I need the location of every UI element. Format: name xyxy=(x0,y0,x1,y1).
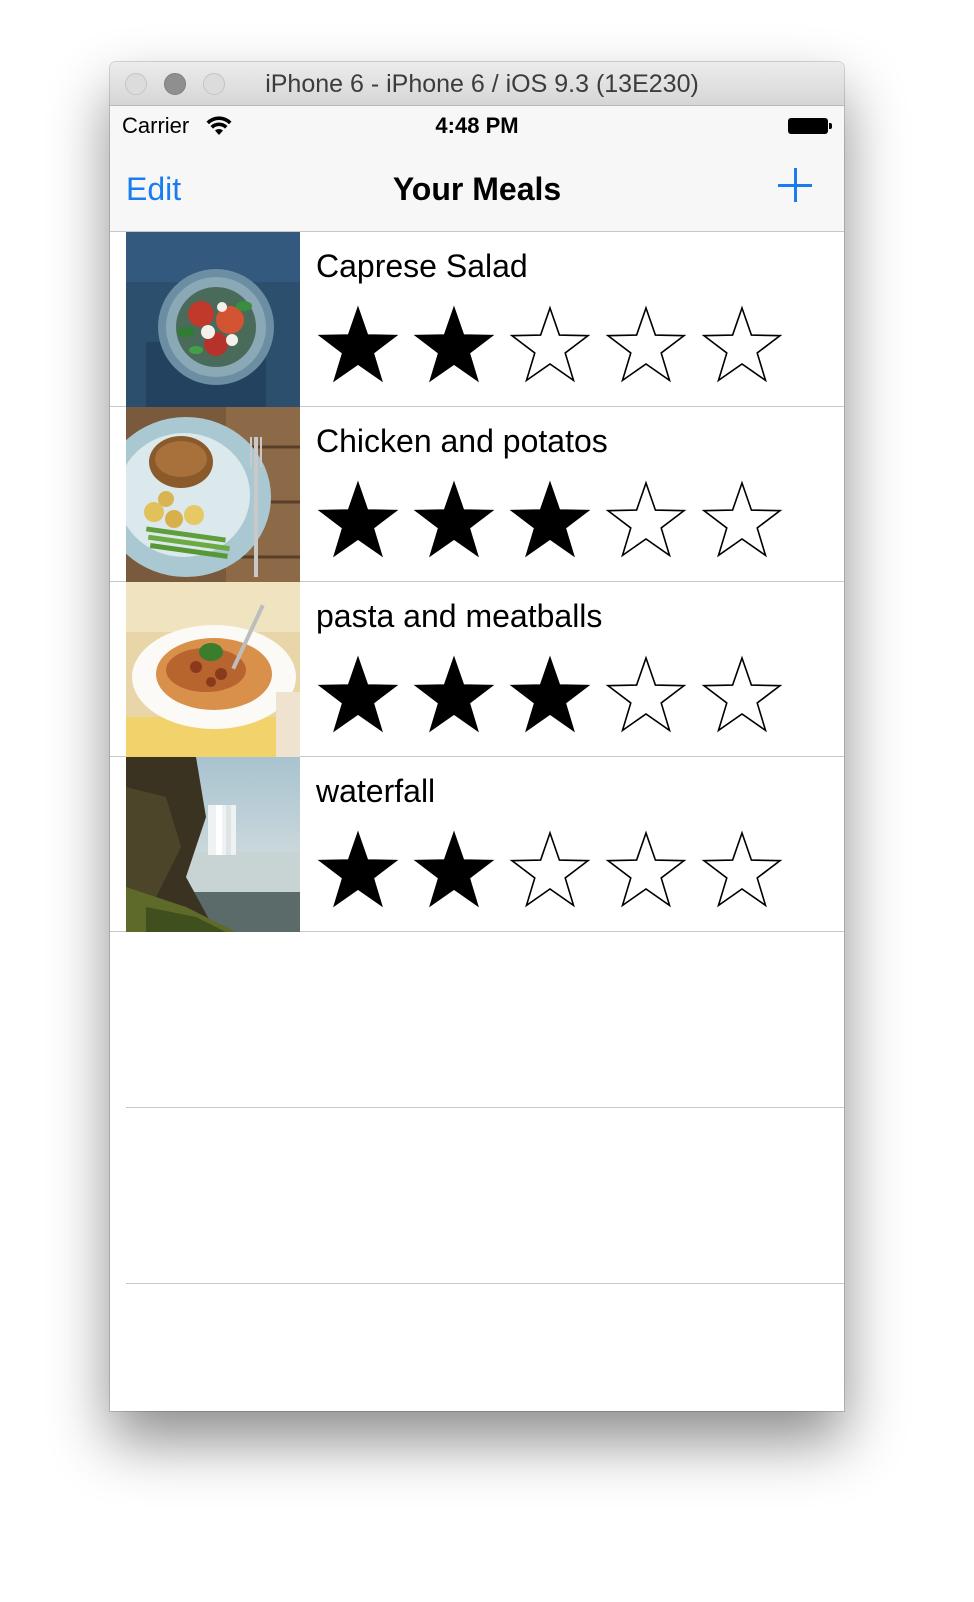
filled-star-icon[interactable] xyxy=(508,654,592,738)
window-title: iPhone 6 - iPhone 6 / iOS 9.3 (13E230) xyxy=(265,70,699,98)
meal-name: waterfall xyxy=(316,773,436,809)
rating-control[interactable] xyxy=(316,304,796,390)
filled-star-icon[interactable] xyxy=(412,829,496,913)
empty-table-row xyxy=(126,932,844,1108)
filled-star-icon[interactable] xyxy=(316,829,400,913)
empty-star-icon[interactable] xyxy=(508,829,592,913)
rating-control[interactable] xyxy=(316,829,796,915)
meal-row[interactable]: Caprese Salad xyxy=(110,232,844,407)
chicken-potatoes-photo xyxy=(126,407,300,582)
meal-name: pasta and meatballs xyxy=(316,598,603,634)
meal-row[interactable]: Chicken and potatos xyxy=(110,407,844,582)
meal-name: Chicken and potatos xyxy=(316,423,608,459)
filled-star-icon[interactable] xyxy=(412,304,496,388)
empty-star-icon[interactable] xyxy=(604,479,688,563)
filled-star-icon[interactable] xyxy=(316,654,400,738)
empty-star-icon[interactable] xyxy=(700,304,784,388)
filled-star-icon[interactable] xyxy=(316,304,400,388)
rating-control[interactable] xyxy=(316,654,796,740)
empty-star-icon[interactable] xyxy=(700,479,784,563)
empty-table-row xyxy=(126,1108,844,1284)
empty-star-icon[interactable] xyxy=(508,304,592,388)
empty-star-icon[interactable] xyxy=(604,829,688,913)
status-time: 4:48 PM xyxy=(435,113,519,138)
waterfall-photo xyxy=(126,757,300,932)
empty-star-icon[interactable] xyxy=(700,654,784,738)
meal-name: Caprese Salad xyxy=(316,248,528,284)
window-titlebar[interactable]: iPhone 6 - iPhone 6 / iOS 9.3 (13E230) xyxy=(110,62,844,106)
filled-star-icon[interactable] xyxy=(508,479,592,563)
filled-star-icon[interactable] xyxy=(412,654,496,738)
status-bar: Carrier 4:48 PM xyxy=(110,106,844,146)
filled-star-icon[interactable] xyxy=(412,479,496,563)
rating-control[interactable] xyxy=(316,479,796,565)
empty-star-icon[interactable] xyxy=(604,654,688,738)
filled-star-icon[interactable] xyxy=(316,479,400,563)
pasta-meatballs-photo xyxy=(126,582,300,757)
navigation-bar: Edit Your Meals xyxy=(110,146,844,232)
caprese-salad-photo xyxy=(126,232,300,407)
empty-table-row xyxy=(126,1284,844,1411)
add-meal-button[interactable] xyxy=(776,166,816,206)
meal-row[interactable]: waterfall xyxy=(110,757,844,932)
battery-icon xyxy=(788,118,832,134)
phone-screen: Carrier 4:48 PM Edit Your Meals Caprese … xyxy=(110,106,844,1411)
empty-star-icon[interactable] xyxy=(700,829,784,913)
empty-star-icon[interactable] xyxy=(604,304,688,388)
nav-title: Your Meals xyxy=(392,171,562,207)
meal-list[interactable]: Caprese Salad Chicken and potatos pasta … xyxy=(110,232,844,1411)
meal-row[interactable]: pasta and meatballs xyxy=(110,582,844,757)
simulator-window: iPhone 6 - iPhone 6 / iOS 9.3 (13E230) C… xyxy=(110,62,844,1411)
